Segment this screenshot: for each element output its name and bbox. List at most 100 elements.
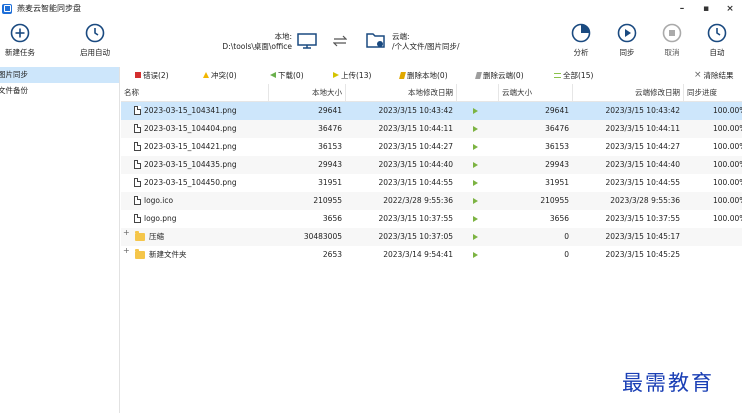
clear-results-button[interactable]: × 清除结果	[694, 67, 734, 83]
cell-name: logo.ico	[144, 196, 174, 205]
pie-chart-icon	[571, 23, 591, 43]
minimize-button[interactable]: –	[670, 0, 694, 17]
analyze-button[interactable]: 分析	[561, 23, 601, 58]
swap-arrows-icon[interactable]	[333, 35, 347, 47]
cell-cloud-modified: 2023/3/15 10:44:40	[605, 160, 680, 169]
cell-cloud-modified: 2023/3/15 10:44:55	[605, 178, 680, 187]
cloud-label: 云端:	[392, 32, 410, 41]
table-row[interactable]: 2023-03-15_104450.png 31951 2023/3/15 10:4…	[121, 174, 742, 192]
cancel-label: 取消	[664, 48, 680, 57]
filter-delete-cloud[interactable]: 删除云端(0)	[475, 67, 524, 83]
cell-name: logo.png	[144, 214, 177, 223]
column-header-name[interactable]: 名称	[121, 84, 269, 102]
upload-action-icon	[473, 108, 478, 114]
sync-results-table: 名称 本地大小 本地修改日期 云端大小 云端修改日期 同步进度 2023-03-…	[121, 84, 742, 264]
cell-cloud-modified: 2023/3/15 10:45:17	[605, 232, 680, 241]
filter-download[interactable]: 下载(0)	[270, 67, 304, 83]
table-row[interactable]: + 压缩 30483005 2023/3/15 10:37:05 0 2023/3/15 …	[121, 228, 742, 246]
column-header-progress[interactable]: 同步进度	[684, 84, 742, 102]
cell-progress: 100.00%	[713, 124, 742, 133]
cell-local-size: 36153	[318, 142, 342, 151]
cell-cloud-size: 36476	[545, 124, 569, 133]
sync-button[interactable]: 同步	[607, 23, 647, 58]
cell-cloud-size: 0	[564, 232, 569, 241]
table-row[interactable]: 2023-03-15_104404.png 36476 2023/3/15 10:4…	[121, 120, 742, 138]
upload-action-icon	[473, 234, 478, 240]
filter-delete-cloud-label: 删除云端(0)	[483, 70, 524, 80]
cell-name: 2023-03-15_104421.png	[144, 142, 237, 151]
window-title: 燕麦云智能同步盘	[17, 4, 81, 13]
column-header-local-size[interactable]: 本地大小	[269, 84, 346, 102]
filter-error[interactable]: 错误(2)	[135, 67, 169, 83]
download-arrow-icon	[270, 72, 276, 78]
upload-action-icon	[473, 216, 478, 222]
cell-progress: 100.00%	[713, 196, 742, 205]
cell-local-modified: 2022/3/28 9:55:36	[383, 196, 453, 205]
column-header-cloud-size[interactable]: 云端大小	[499, 84, 573, 102]
cell-local-modified: 2023/3/15 10:44:40	[378, 160, 453, 169]
table-body: 2023-03-15_104341.png 29641 2023/3/15 10:4…	[121, 102, 742, 264]
auto-start-button[interactable]: 启用自动	[75, 23, 115, 58]
list-icon	[554, 72, 561, 78]
auto-button[interactable]: 自动	[697, 23, 737, 58]
folder-icon	[135, 249, 145, 259]
cell-cloud-size: 31951	[545, 178, 569, 187]
cell-cloud-modified: 2023/3/15 10:37:55	[605, 214, 680, 223]
watermark-text: 最需教育	[622, 371, 714, 395]
filter-all[interactable]: 全部(15)	[554, 67, 593, 83]
new-task-label: 新建任务	[5, 48, 35, 57]
close-icon: ×	[694, 70, 702, 80]
filter-upload[interactable]: 上传(13)	[333, 67, 371, 83]
upload-action-icon	[473, 144, 478, 150]
clock-icon	[85, 23, 105, 43]
clock-icon	[707, 23, 727, 43]
warning-triangle-icon	[203, 72, 209, 78]
cell-cloud-size: 29943	[545, 160, 569, 169]
local-path-value: D:\tools\桌面\office	[222, 42, 292, 51]
expand-toggle-icon[interactable]: +	[123, 246, 130, 255]
filter-upload-label: 上传(13)	[341, 70, 372, 80]
filter-error-label: 错误(2)	[143, 70, 169, 80]
table-row[interactable]: logo.ico 210955 2022/3/28 9:55:36 210955 202…	[121, 192, 742, 210]
maximize-button[interactable]: ▪	[694, 0, 718, 17]
cell-local-modified: 2023/3/15 10:37:55	[378, 214, 453, 223]
new-task-button[interactable]: 新建任务	[0, 23, 40, 58]
table-row[interactable]: 2023-03-15_104421.png 36153 2023/3/15 10:4…	[121, 138, 742, 156]
computer-icon	[297, 33, 317, 49]
cell-cloud-size: 210955	[540, 196, 569, 205]
cancel-button[interactable]: 取消	[652, 23, 692, 58]
expand-toggle-icon[interactable]: +	[123, 228, 130, 237]
cell-local-modified: 2023/3/15 10:37:05	[378, 232, 453, 241]
cell-cloud-size: 29641	[545, 106, 569, 115]
upload-arrow-icon	[333, 72, 339, 78]
filter-delete-local[interactable]: 删除本地(0)	[399, 67, 448, 83]
cell-progress: 100.00%	[713, 160, 742, 169]
table-row[interactable]: 2023-03-15_104341.png 29641 2023/3/15 10:4…	[121, 102, 742, 120]
sidebar-item-image-sync[interactable]: 图片同步	[0, 67, 119, 83]
sidebar-item-file-backup[interactable]: 文件备份	[0, 83, 119, 99]
upload-action-icon	[473, 162, 478, 168]
auto-label: 自动	[709, 48, 725, 57]
cell-local-modified: 2023/3/14 9:54:41	[383, 250, 453, 259]
cell-local-modified: 2023/3/15 10:44:55	[378, 178, 453, 187]
cell-local-size: 29943	[318, 160, 342, 169]
cloud-path-value: /个人文件/图片同步/	[392, 42, 460, 51]
plus-circle-icon	[10, 23, 30, 43]
close-button[interactable]: ×	[718, 0, 742, 17]
cell-name: 2023-03-15_104341.png	[144, 106, 237, 115]
filter-conflict-label: 冲突(0)	[211, 70, 237, 80]
cell-cloud-size: 3656	[549, 214, 569, 223]
upload-action-icon	[473, 126, 478, 132]
cell-name: 新建文件夹	[149, 250, 187, 259]
table-row[interactable]: 2023-03-15_104435.png 29943 2023/3/15 10:4…	[121, 156, 742, 174]
column-header-local-modified[interactable]: 本地修改日期	[346, 84, 457, 102]
filter-conflict[interactable]: 冲突(0)	[203, 67, 237, 83]
cell-progress: 100.00%	[713, 142, 742, 151]
table-row[interactable]: logo.png 3656 2023/3/15 10:37:55 3656 2023/3…	[121, 210, 742, 228]
cell-local-size: 30483005	[303, 232, 342, 241]
table-row[interactable]: + 新建文件夹 2653 2023/3/14 9:54:41 0 2023/3/15 10…	[121, 246, 742, 264]
local-path: 本地: D:\tools\桌面\office	[222, 32, 292, 52]
folder-icon	[135, 231, 145, 241]
cloud-path: 云端: /个人文件/图片同步/	[392, 32, 460, 52]
column-header-cloud-modified[interactable]: 云端修改日期	[573, 84, 684, 102]
